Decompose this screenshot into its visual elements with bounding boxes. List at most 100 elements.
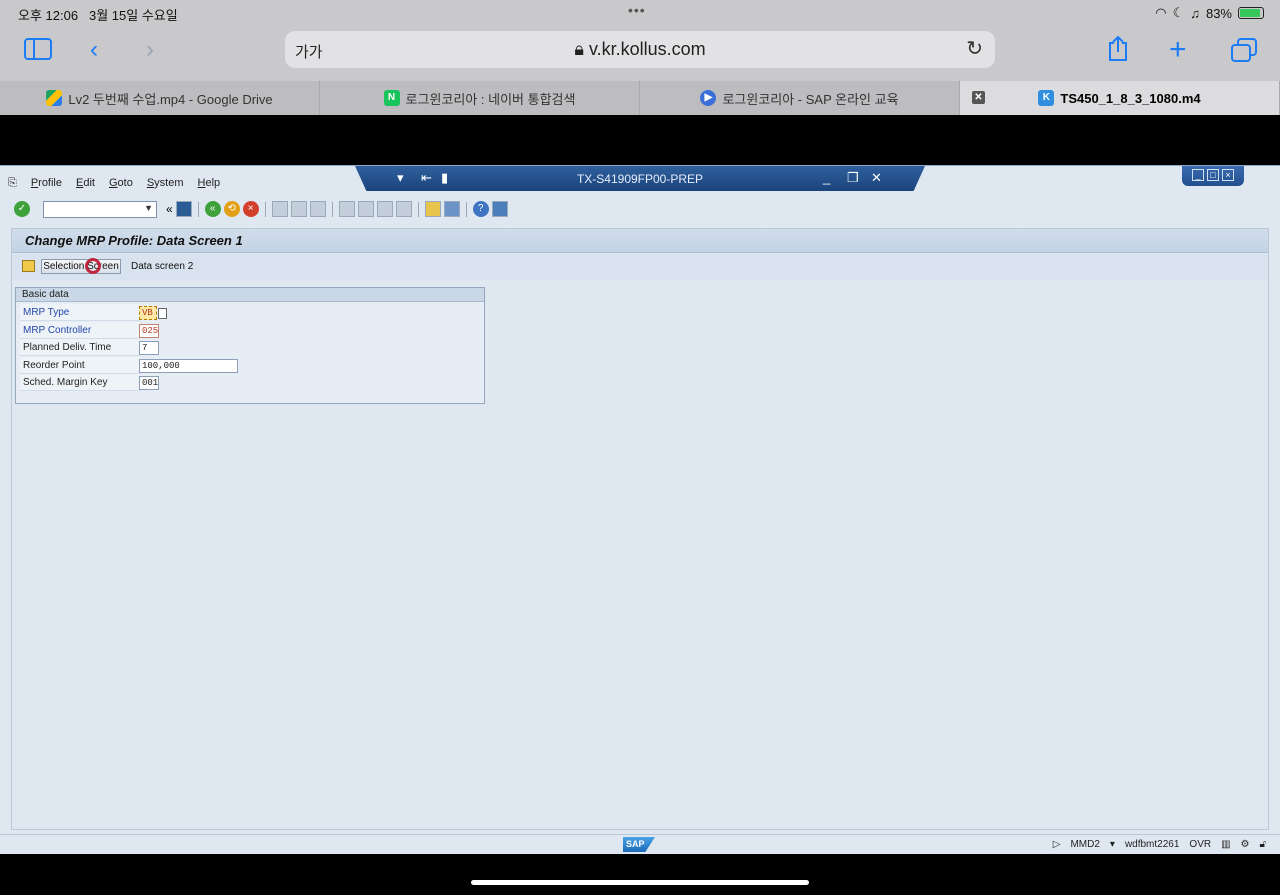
planned-deliv-time-label: Planned Deliv. Time	[20, 339, 140, 356]
headphones-icon: ♫	[1190, 5, 1200, 21]
menu-icon[interactable]: ⎘	[8, 177, 17, 190]
safari-toolbar: ‹ › 가가 🔒︎ v.kr.kollus.com ↻ +	[0, 26, 1280, 81]
page-title: Change MRP Profile: Data Screen 1	[25, 233, 243, 248]
maximize-icon[interactable]: □	[1207, 169, 1219, 181]
url-value: v.kr.kollus.com	[588, 39, 706, 59]
chevron-down-icon[interactable]: ▼	[144, 203, 153, 213]
cursor-highlight-icon	[85, 258, 101, 274]
tab-label: 로그윈코리아 : 네이버 통합검색	[405, 91, 576, 107]
menu-bar: ⎘ Profile Edit Goto System Help	[8, 177, 220, 190]
new-session-icon[interactable]	[424, 201, 441, 217]
back-icon[interactable]: «	[204, 201, 221, 217]
previous-page-icon[interactable]	[357, 201, 374, 217]
folder-icon[interactable]	[22, 260, 35, 272]
separator	[465, 201, 467, 217]
wifi-icon: ◠	[1155, 5, 1167, 20]
status-right: ◠ ☾ ♫ 83%	[1155, 5, 1264, 21]
sap-titlebar: ▾ ⇤ ▮ TX-S41909FP00-PREP _ ❐ ✕	[355, 166, 925, 191]
find-icon[interactable]	[290, 201, 307, 217]
home-indicator[interactable]	[471, 880, 809, 885]
battery-percent: 83%	[1205, 5, 1232, 21]
tab-label: TS450_1_8_3_1080.m4	[1060, 90, 1201, 106]
back-chevron-icon[interactable]: ‹	[90, 36, 98, 64]
separator	[264, 201, 266, 217]
window-controls: _ □ ×	[1182, 166, 1244, 186]
new-tab-icon[interactable]: +	[1169, 33, 1187, 67]
play-icon: ▶	[700, 90, 717, 106]
multitask-dots-icon[interactable]: •••	[628, 2, 646, 18]
collapse-icon[interactable]: «	[166, 202, 173, 216]
status-time: 오후 12:06	[18, 8, 79, 23]
moon-icon: ☾	[1172, 5, 1185, 20]
first-page-icon[interactable]	[338, 201, 355, 217]
data-screen-2-button[interactable]: Data screen 2	[131, 261, 193, 272]
menu-profile[interactable]: Profile	[31, 177, 62, 190]
chevron-down-icon[interactable]: ▾	[1110, 839, 1115, 850]
value-help-icon[interactable]	[158, 308, 167, 319]
restore-icon[interactable]: ❐	[847, 170, 859, 186]
close-icon[interactable]: ×	[1222, 169, 1234, 181]
tab-sap-course[interactable]: ▶ 로그윈코리아 - SAP 온라인 교육	[640, 81, 960, 115]
sched-margin-key-input[interactable]: 001	[139, 376, 159, 390]
layout-icon[interactable]	[491, 201, 508, 217]
mrp-controller-input[interactable]: 025	[139, 324, 159, 338]
naver-icon: N	[383, 90, 400, 106]
minimize-icon[interactable]: _	[1192, 169, 1204, 181]
tab-google-drive[interactable]: Lv2 두번째 수업.mp4 - Google Drive	[0, 81, 320, 115]
share-icon[interactable]	[1107, 35, 1129, 68]
sched-margin-key-label: Sched. Margin Key	[20, 374, 140, 391]
find-next-icon[interactable]	[309, 201, 326, 217]
reload-icon[interactable]: ↻	[966, 36, 983, 61]
menu-goto[interactable]: Goto	[109, 177, 133, 190]
application-toolbar: Selection Screen Data screen 2	[12, 254, 1268, 280]
standard-toolbar: ✓ ▼ « « ⟲ × ?	[14, 199, 508, 219]
status-bar: SAP ▷ MMD2 ▾ wdfbmt2261 OVR ▥ ⚙ 🔓︎	[0, 834, 1280, 854]
safari-chrome: 오후 12:06 3월 15일 수요일 ••• ◠ ☾ ♫ 83% ‹ › 가가…	[0, 0, 1280, 81]
help-icon[interactable]: ?	[472, 201, 489, 217]
menu-system[interactable]: System	[147, 177, 184, 190]
settings-icon[interactable]: ⚙	[1241, 839, 1250, 850]
battery-icon	[1238, 7, 1264, 19]
title-bar: Change MRP Profile: Data Screen 1	[12, 229, 1268, 253]
enter-check-icon[interactable]: ✓	[14, 201, 30, 217]
tab-naver[interactable]: N 로그윈코리아 : 네이버 통합검색	[320, 81, 640, 115]
tab-video-active[interactable]: ✕ K TS450_1_8_3_1080.m4	[960, 81, 1280, 115]
forward-chevron-icon[interactable]: ›	[146, 36, 154, 64]
menu-help[interactable]: Help	[198, 177, 221, 190]
play-icon[interactable]: ▷	[1053, 839, 1061, 850]
tab-label: 로그윈코리아 - SAP 온라인 교육	[722, 91, 899, 107]
reorder-point-label: Reorder Point	[20, 357, 140, 374]
save-icon[interactable]	[175, 201, 192, 217]
tab-overview-icon[interactable]	[1231, 38, 1257, 69]
close-tab-icon[interactable]: ✕	[972, 91, 985, 104]
lock-icon: 🔓︎	[1259, 839, 1266, 850]
tab-label: Lv2 두번째 수업.mp4 - Google Drive	[68, 91, 273, 107]
planned-deliv-time-input[interactable]: 7	[139, 341, 159, 355]
kollus-icon: K	[1038, 90, 1055, 106]
last-page-icon[interactable]	[395, 201, 412, 217]
browser-tabs: Lv2 두번째 수업.mp4 - Google Drive N 로그윈코리아 :…	[0, 81, 1280, 115]
input-mode[interactable]: OVR	[1189, 839, 1211, 850]
selection-screen-button[interactable]: Selection Screen	[41, 259, 121, 274]
screen-area: Change MRP Profile: Data Screen 1 Select…	[11, 228, 1269, 830]
mrp-controller-label: MRP Controller	[20, 322, 140, 339]
window-title: TX-S41909FP00-PREP	[576, 172, 704, 186]
command-field[interactable]: ▼	[43, 200, 157, 218]
mrp-type-input[interactable]: VB	[139, 306, 157, 320]
sidebar-icon[interactable]	[24, 38, 52, 67]
menu-edit[interactable]: Edit	[76, 177, 95, 190]
google-drive-icon	[46, 90, 63, 106]
minimize-icon[interactable]: _	[823, 170, 830, 185]
print-icon[interactable]	[271, 201, 288, 217]
performance-icon: ▥	[1221, 839, 1231, 850]
reorder-point-input[interactable]: 100,000	[139, 359, 238, 373]
cancel-icon[interactable]: ×	[242, 201, 259, 217]
close-icon[interactable]: ✕	[871, 170, 882, 186]
exit-icon[interactable]: ⟲	[223, 201, 240, 217]
address-bar[interactable]: 가가 🔒︎ v.kr.kollus.com ↻	[285, 31, 995, 68]
url-text: 🔒︎ v.kr.kollus.com	[285, 39, 995, 60]
next-page-icon[interactable]	[376, 201, 393, 217]
server-name: wdfbmt2261	[1124, 839, 1180, 850]
shortcut-icon[interactable]	[443, 201, 460, 217]
transaction-code[interactable]: MMD2	[1070, 839, 1099, 850]
